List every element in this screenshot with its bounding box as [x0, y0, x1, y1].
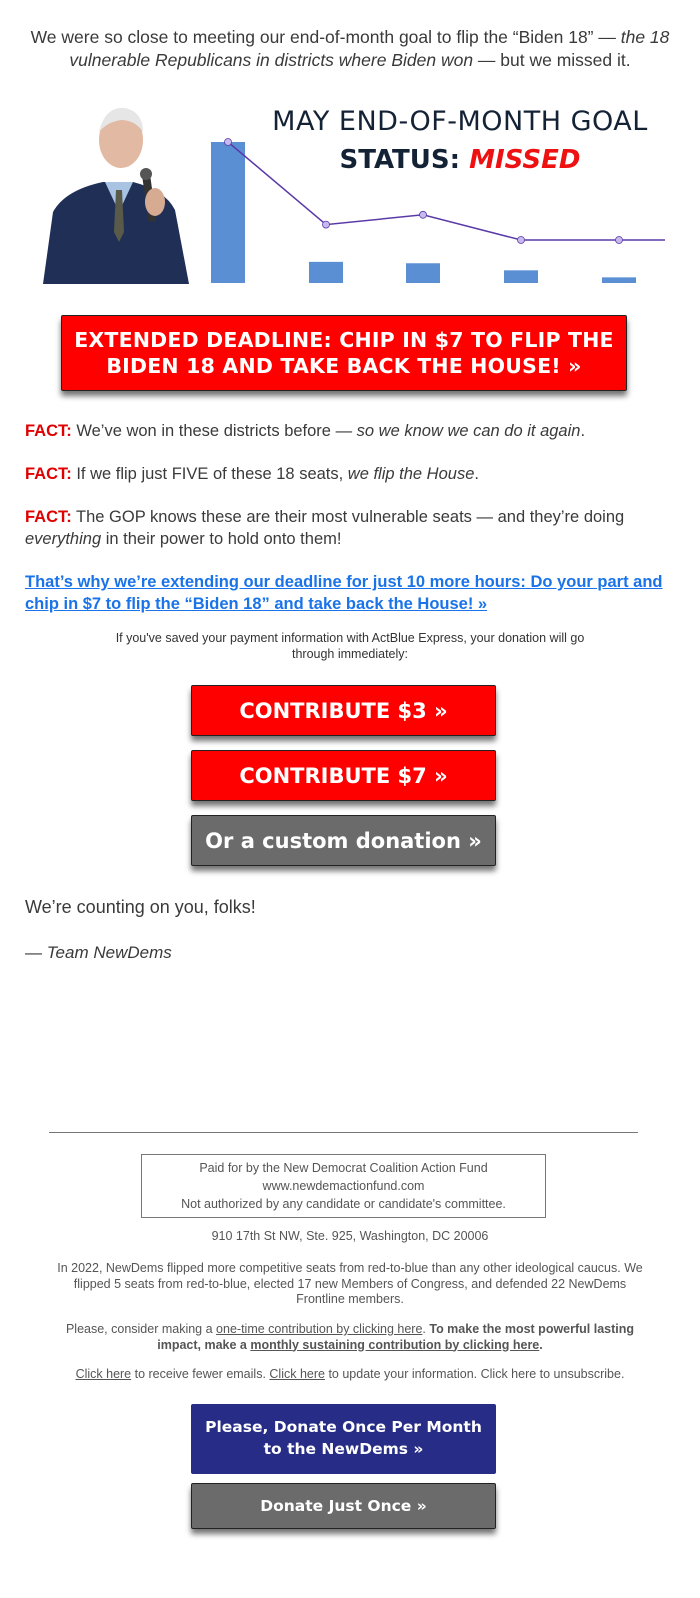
chart-point — [517, 236, 525, 244]
monthly-contribution-link[interactable]: monthly sustaining contribution by click… — [250, 1338, 539, 1352]
status-label: STATUS: — [339, 145, 470, 175]
fact-text: We’ve won in these districts before — — [71, 422, 357, 440]
intro-text: We were so close to meeting our end-of-m… — [30, 27, 621, 47]
donate-once-button[interactable]: Donate Just Once » — [191, 1483, 496, 1529]
hero-title-line1: MAY END-OF-MONTH GOAL — [272, 106, 648, 137]
contribute-3-button[interactable]: CONTRIBUTE $3 » — [191, 685, 496, 736]
intro-paragraph: We were so close to meeting our end-of-m… — [25, 26, 675, 72]
footer-about: In 2022, NewDems flipped more competitiv… — [57, 1261, 643, 1306]
donate-monthly-button[interactable]: Please, Donate Once Per Month to the New… — [191, 1404, 496, 1474]
disclaimer-website: www.newdemactionfund.com — [262, 1179, 425, 1193]
status-value: MISSED — [469, 145, 581, 175]
update-unsubscribe-text: to update your information. Click here t… — [324, 1367, 625, 1381]
hero-status: STATUS: MISSED — [230, 140, 690, 180]
hero-title: MAY END-OF-MONTH GOAL STATUS: MISSED — [230, 104, 690, 180]
fewer-emails-link[interactable]: Click here — [76, 1367, 132, 1381]
fact-tail: . — [474, 465, 479, 483]
fact-label: FACT: — [25, 422, 72, 440]
signoff: — Team NewDems — [25, 943, 172, 963]
signoff-dash: — — [25, 943, 47, 962]
chart-point — [419, 210, 427, 219]
fact-tail: in their power to hold onto them! — [101, 530, 342, 548]
custom-donation-button[interactable]: Or a custom donation » — [191, 815, 496, 866]
disclaimer-line: Not authorized by any candidate or candi… — [181, 1197, 506, 1211]
one-time-contribution-link[interactable]: one-time contribution by clicking here — [216, 1322, 422, 1336]
update-info-link[interactable]: Click here — [269, 1367, 325, 1381]
hero-banner: MAY END-OF-MONTH GOAL STATUS: MISSED — [25, 92, 675, 292]
footer-email-links: Click here to receive fewer emails. Clic… — [50, 1367, 650, 1383]
fact-italic: we flip the House — [347, 465, 475, 483]
chart-bar — [602, 277, 636, 283]
fewer-emails-text: to receive fewer emails. — [131, 1367, 270, 1381]
fact-item: FACT: We’ve won in these districts befor… — [25, 420, 665, 442]
footer-consider: Please, consider making a one-time contr… — [50, 1322, 650, 1353]
disclaimer-line: Paid for by the New Democrat Coalition A… — [199, 1161, 488, 1175]
chart-bar — [309, 261, 343, 283]
footer-address: 910 17th St NW, Ste. 925, Washington, DC… — [211, 1229, 489, 1243]
fact-text: If we flip just FIVE of these 18 seats, — [71, 465, 348, 483]
fact-item: FACT: If we flip just FIVE of these 18 s… — [25, 463, 665, 485]
extended-deadline-button[interactable]: EXTENDED DEADLINE: CHIP IN $7 TO FLIP TH… — [61, 315, 627, 391]
actblue-express-note: If you've saved your payment information… — [115, 631, 585, 661]
fact-label: FACT: — [25, 465, 72, 483]
deadline-cta-link[interactable]: That’s why we’re extending our deadline … — [25, 571, 665, 615]
fact-italic: everything — [25, 530, 102, 548]
fact-item: FACT: The GOP knows these are their most… — [25, 506, 665, 550]
chart-point — [615, 236, 623, 244]
chart-bar — [504, 270, 538, 283]
biden-photo — [33, 107, 193, 292]
signoff-name: Team NewDems — [46, 943, 172, 962]
fact-label: FACT: — [25, 508, 72, 526]
fact-text: The GOP knows these are their most vulne… — [71, 508, 625, 526]
contribute-7-button[interactable]: CONTRIBUTE $7 » — [191, 750, 496, 801]
chart-point — [322, 220, 330, 229]
consider-text: Please, consider making a — [65, 1322, 217, 1336]
fact-italic: so we know we can do it again — [356, 422, 581, 440]
facts-list: FACT: We’ve won in these districts befor… — [25, 420, 665, 571]
fact-tail: . — [580, 422, 586, 440]
chart-bar — [406, 263, 440, 283]
paid-for-disclaimer: Paid for by the New Democrat Coalition A… — [141, 1154, 546, 1218]
closing-line: We’re counting on you, folks! — [25, 897, 256, 917]
intro-end: — but we missed it. — [473, 50, 631, 70]
consider-end: . — [539, 1337, 543, 1352]
footer-divider — [49, 1132, 638, 1133]
